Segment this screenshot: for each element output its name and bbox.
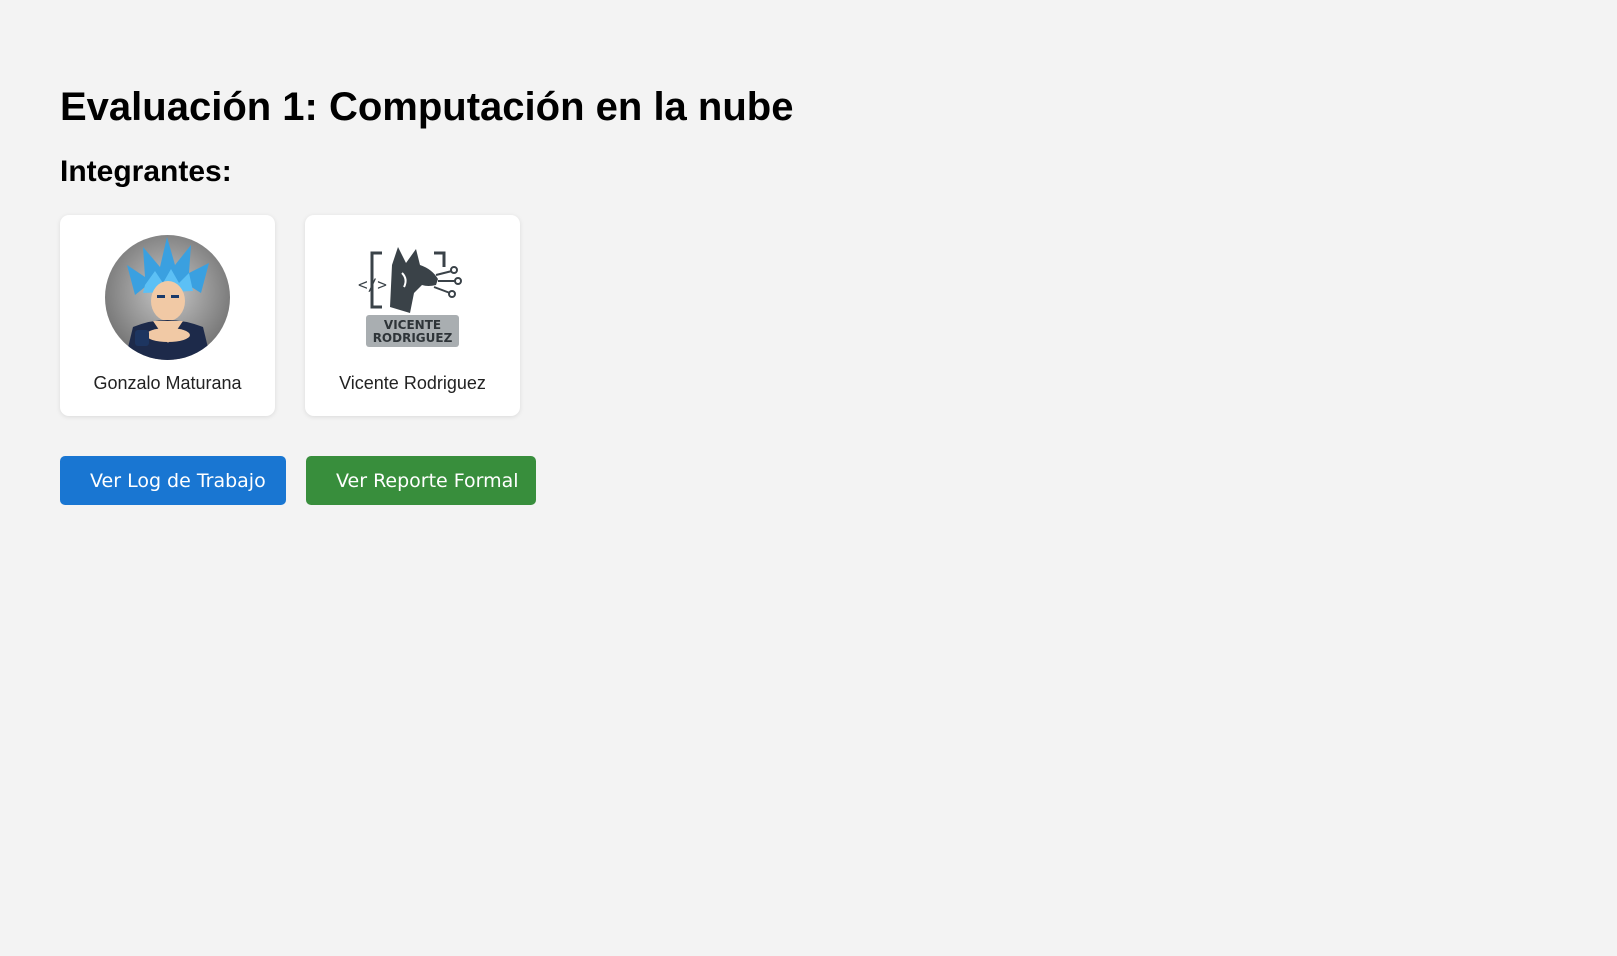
svg-text:</>: </> (358, 275, 387, 294)
member-name: Vicente Rodriguez (339, 373, 486, 393)
members-list: Gonzalo Maturana </> VICENTE RODRIGUEZ V… (60, 215, 520, 416)
view-formal-report-button[interactable]: Ver Reporte Formal (306, 456, 536, 505)
member-name: Gonzalo Maturana (93, 373, 242, 393)
member-card-vicente: </> VICENTE RODRIGUEZ Vicente Rodriguez (305, 215, 520, 416)
page-title: Evaluación 1: Computación en la nube (60, 85, 794, 129)
page: Evaluación 1: Computación en la nube Int… (0, 0, 1617, 956)
members-heading: Integrantes: (60, 155, 232, 188)
svg-text:RODRIGUEZ: RODRIGUEZ (373, 331, 453, 345)
view-work-log-button[interactable]: Ver Log de Trabajo (60, 456, 286, 505)
svg-text:VICENTE: VICENTE (384, 318, 441, 332)
actions-bar: Ver Log de Trabajo Ver Reporte Formal (60, 456, 536, 505)
anime-character-avatar-icon (105, 235, 230, 360)
member-card-gonzalo: Gonzalo Maturana (60, 215, 275, 416)
dog-code-logo-icon: </> VICENTE RODRIGUEZ (350, 235, 475, 360)
